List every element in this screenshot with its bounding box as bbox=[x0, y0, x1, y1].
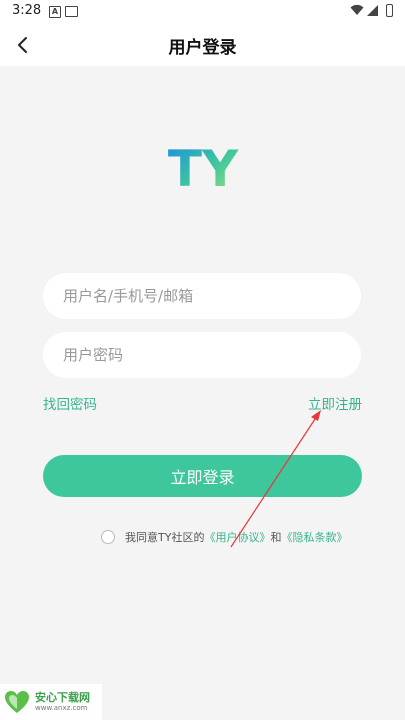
agreement-conjunction: 和 bbox=[270, 531, 282, 544]
app-header: 用户登录 bbox=[0, 24, 405, 66]
password-field[interactable] bbox=[43, 332, 361, 378]
battery-icon bbox=[386, 4, 393, 17]
privacy-policy-link[interactable]: 《隐私条款》 bbox=[281, 529, 347, 545]
app-logo: TY bbox=[164, 138, 242, 198]
watermark-title: 安心下载网 bbox=[35, 691, 90, 704]
login-button[interactable]: 立即登录 bbox=[43, 455, 362, 497]
status-bar: 3:28 A bbox=[0, 0, 405, 24]
user-agreement-link[interactable]: 《用户协议》 bbox=[204, 529, 270, 545]
username-input[interactable] bbox=[61, 286, 345, 306]
agreement-row: 我同意TY社区的 《用户协议》 和 《隐私条款》 bbox=[101, 528, 347, 546]
forgot-password-link[interactable]: 找回密码 bbox=[43, 393, 97, 413]
a-box-icon: A bbox=[49, 6, 61, 18]
logo-text: TY bbox=[168, 140, 239, 198]
wifi-icon bbox=[350, 4, 364, 15]
agreement-prefix: 我同意TY社区的 bbox=[125, 531, 205, 544]
heart-logo-icon bbox=[5, 691, 29, 713]
page-title: 用户登录 bbox=[168, 38, 237, 58]
status-time: 3:28 bbox=[12, 3, 42, 18]
register-link[interactable]: 立即注册 bbox=[308, 393, 362, 413]
cast-icon bbox=[65, 6, 78, 17]
watermark-url: www.anxz.com bbox=[35, 704, 88, 712]
signal-icon bbox=[367, 5, 378, 16]
agree-checkbox[interactable] bbox=[101, 530, 115, 544]
username-field[interactable] bbox=[43, 273, 361, 319]
watermark: 安心下载网 www.anxz.com bbox=[0, 684, 102, 720]
password-input[interactable] bbox=[61, 345, 345, 365]
